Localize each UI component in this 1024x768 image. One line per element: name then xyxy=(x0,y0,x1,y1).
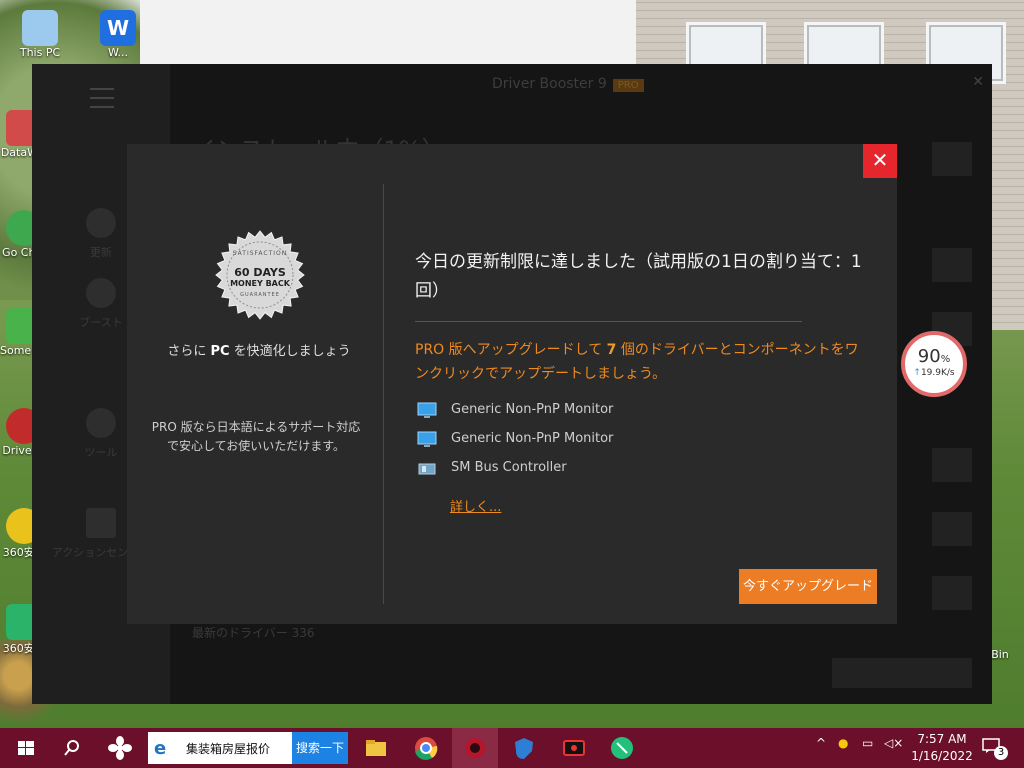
clock-date: 1/16/2022 xyxy=(911,749,973,763)
grid-icon xyxy=(86,508,116,538)
title-divider xyxy=(415,321,802,322)
clock-time: 7:57 AM xyxy=(917,732,967,746)
device-name: SM Bus Controller xyxy=(451,460,567,475)
upgrade-promo-text: PRO 版へアップグレードして 7 個のドライバーとコンポーネントをワンクリック… xyxy=(415,338,865,386)
left-heading: さらに PC を快適化しましょう xyxy=(127,340,391,359)
dialog-close-button[interactable]: ✕ xyxy=(863,144,897,178)
badge-line-money-back: MONEY BACK xyxy=(230,279,290,288)
update-icon xyxy=(86,208,116,238)
device-list: Generic Non-PnP Monitor Generic Non-PnP … xyxy=(415,398,775,485)
speed-percent-unit: % xyxy=(940,354,951,365)
support-description: PRO 版なら日本語によるサポート対応で安心してお使いいただけます。 xyxy=(151,420,361,453)
upgrade-now-button[interactable]: 今すぐアップグレード xyxy=(739,569,877,604)
badge-line-days: 60 DAYS xyxy=(234,266,286,279)
driver-count: 7 xyxy=(606,342,617,358)
chip-icon xyxy=(418,463,436,475)
hamburger-menu-icon[interactable] xyxy=(90,88,114,108)
screen-recorder-icon[interactable] xyxy=(560,734,588,762)
driver-booster-icon xyxy=(465,738,485,758)
rocket-icon xyxy=(86,278,116,308)
green-app-icon[interactable] xyxy=(608,734,636,762)
more-details-link[interactable]: 詳しく... xyxy=(450,496,501,515)
app-title: Driver Booster 9 PRO xyxy=(492,76,644,92)
notification-count: 3 xyxy=(994,746,1008,760)
badge-text: SATISFACTION 60 DAYS MONEY BACK GUARANTE… xyxy=(215,230,305,320)
search-text: 集装箱房屋报价 xyxy=(186,742,271,756)
speed-rate-value: 19.9K/s xyxy=(920,368,955,378)
shield-icon[interactable] xyxy=(510,734,538,762)
monitor-icon xyxy=(417,402,437,418)
left-heading-pre: さらに xyxy=(167,344,211,359)
upgrade-dialog: ✕ SATISFACTION 60 DAYS MONEY BACK GUARAN… xyxy=(127,144,897,624)
device-item: Generic Non-PnP Monitor xyxy=(415,427,775,456)
background-row xyxy=(932,448,972,482)
device-item: SM Bus Controller xyxy=(415,456,775,485)
ie-icon: e xyxy=(154,738,167,759)
money-back-guarantee-badge: SATISFACTION 60 DAYS MONEY BACK GUARANTE… xyxy=(215,230,305,320)
taskbar-search-box[interactable]: e 集装箱房屋报价 xyxy=(148,732,292,764)
system-clock[interactable]: 7:57 AM 1/16/2022 xyxy=(910,731,974,765)
background-row xyxy=(932,512,972,546)
windows-start-icon[interactable] xyxy=(12,734,40,762)
fan-icon[interactable] xyxy=(106,734,134,762)
window-close-icon[interactable]: ✕ xyxy=(972,74,984,90)
taskbar-active-app[interactable] xyxy=(452,728,498,768)
background-button xyxy=(932,142,972,176)
chevron-up-icon[interactable]: ^ xyxy=(816,736,826,750)
search-button[interactable]: 搜索一下 xyxy=(292,732,348,764)
plus-badge-icon[interactable]: ● xyxy=(838,736,848,750)
badge-line-guarantee: GUARANTEE xyxy=(240,292,280,298)
background-row xyxy=(932,576,972,610)
device-name: Generic Non-PnP Monitor xyxy=(451,431,614,446)
speed-rate: ↑19.9K/s xyxy=(905,368,963,378)
wps-office-icon: W xyxy=(100,10,136,46)
search-icon[interactable] xyxy=(58,734,86,762)
taskbar: e 集装箱房屋报价 搜索一下 ^ ● ▭ ◁× 7:57 AM 1/16/202… xyxy=(0,728,1024,768)
speed-percent: 90% xyxy=(905,346,963,367)
background-footer-button xyxy=(832,658,972,688)
monitor-icon xyxy=(417,431,437,447)
left-heading-pc: PC xyxy=(210,344,230,359)
limit-reached-title: 今日の更新制限に達しました（試用版の1日の割り当て：1回） xyxy=(415,252,862,301)
promo-pre: PRO 版へアップグレードして xyxy=(415,342,607,358)
speed-percent-value: 90 xyxy=(917,346,941,367)
notification-center-icon[interactable]: 3 xyxy=(982,738,1008,760)
volume-icon[interactable]: ◁× xyxy=(884,736,903,750)
this-pc-icon xyxy=(22,10,58,46)
desktop-icon-wps[interactable]: W W... xyxy=(94,10,142,59)
background-footer-text: 最新のドライバー 336 xyxy=(192,626,315,640)
desktop-icon-this-pc[interactable]: This PC xyxy=(16,10,64,59)
device-item: Generic Non-PnP Monitor xyxy=(415,398,775,427)
app-title-text: Driver Booster 9 xyxy=(492,76,607,92)
network-icon[interactable]: ▭ xyxy=(862,736,873,750)
upload-arrow-icon: ↑ xyxy=(913,368,921,378)
background-row xyxy=(932,248,972,282)
chrome-icon[interactable] xyxy=(412,734,440,762)
device-name: Generic Non-PnP Monitor xyxy=(451,402,614,417)
folder-icon[interactable] xyxy=(362,734,390,762)
pro-tag: PRO xyxy=(612,79,644,92)
network-speed-badge[interactable]: 90% ↑19.9K/s xyxy=(901,331,967,397)
badge-line-satisfaction: SATISFACTION xyxy=(232,250,288,257)
tools-icon xyxy=(86,408,116,438)
dialog-divider xyxy=(383,184,384,604)
desktop-icon-label: W... xyxy=(107,46,129,59)
left-heading-post: を快適化しましょう xyxy=(229,344,351,359)
desktop-icon-label: This PC xyxy=(19,46,61,59)
